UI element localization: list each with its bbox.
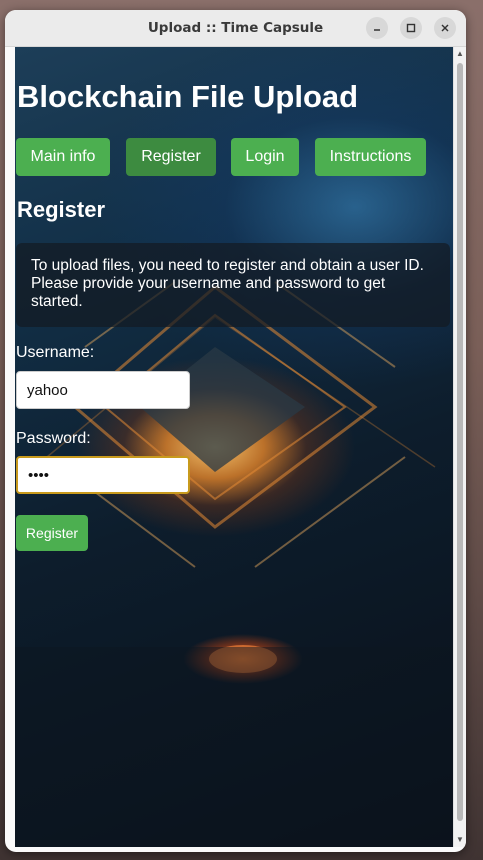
minimize-icon [374, 29, 380, 31]
section-title: Register [17, 197, 106, 222]
maximize-button[interactable] [400, 17, 422, 39]
password-field[interactable]: •••• [16, 456, 190, 494]
page-title: Blockchain File Upload [17, 79, 359, 114]
close-button[interactable] [434, 17, 456, 39]
username-field[interactable]: yahoo [16, 371, 190, 409]
nav-register-button[interactable]: Register [126, 138, 216, 176]
nav-instructions-button[interactable]: Instructions [315, 138, 426, 176]
window-controls [366, 17, 456, 39]
register-submit-button[interactable]: Register [16, 515, 88, 551]
scroll-down-icon[interactable]: ▼ [455, 835, 465, 844]
scroll-thumb[interactable] [457, 63, 463, 821]
scroll-up-icon[interactable]: ▲ [455, 49, 465, 58]
nav-main-info-button[interactable]: Main info [16, 138, 110, 176]
page-content: Blockchain File Upload Main info Registe… [15, 47, 455, 847]
close-icon [441, 24, 449, 32]
title-bar[interactable]: Upload :: Time Capsule [5, 10, 466, 47]
password-label: Password: [16, 430, 91, 447]
nav-login-button[interactable]: Login [231, 138, 299, 176]
minimize-button[interactable] [366, 17, 388, 39]
vertical-scrollbar[interactable]: ▲ ▼ [453, 47, 466, 847]
maximize-icon [406, 23, 416, 33]
username-label: Username: [16, 344, 95, 361]
info-text: To upload files, you need to register an… [31, 257, 424, 310]
info-box: To upload files, you need to register an… [16, 243, 450, 327]
app-window: Upload :: Time Capsule Blockchain File U… [5, 10, 466, 852]
window-title: Upload :: Time Capsule [147, 20, 324, 36]
